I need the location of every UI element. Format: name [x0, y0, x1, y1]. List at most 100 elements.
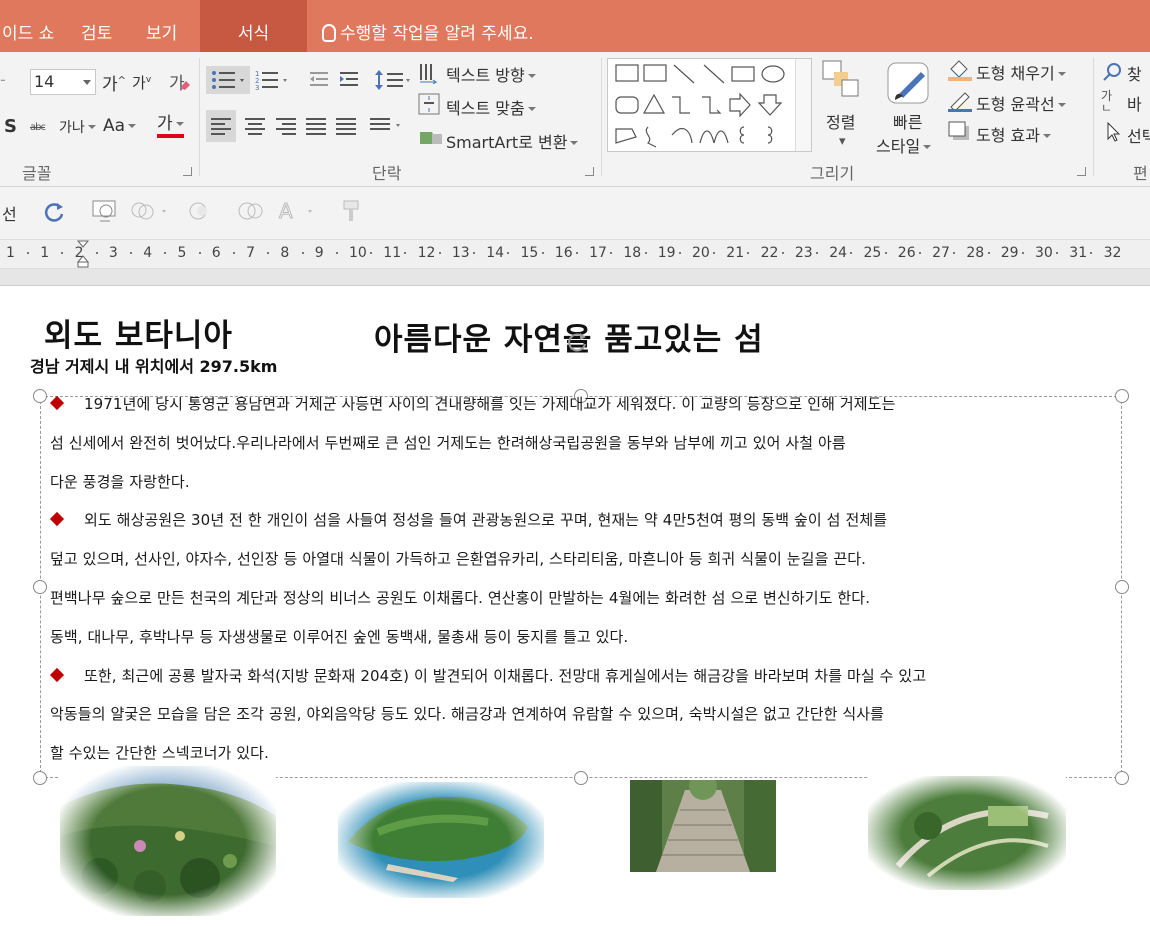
strikethrough-button[interactable]: abc: [30, 122, 46, 133]
body-text-line[interactable]: 편백나무 숲으로 만든 천국의 계단과 정상의 비너스 공원도 이채롭다. 연산…: [50, 587, 870, 608]
ruler-dot: [404, 252, 407, 254]
shape-outline-button[interactable]: 도형 윤곽선: [976, 91, 1066, 115]
shrink-font-button[interactable]: 가v: [132, 72, 151, 93]
text-direction-icon[interactable]: [418, 62, 440, 84]
ruler-number: 11: [383, 245, 402, 261]
ruler-number: 28: [966, 245, 985, 261]
body-text-line[interactable]: 악동들의 얄궂은 모습을 담은 조각 공원, 야외음악당 등도 있다. 해금강과…: [50, 703, 884, 724]
arrange-icon[interactable]: [822, 60, 862, 104]
slide-title-left[interactable]: 외도 보타니아: [44, 310, 233, 355]
ruler-number: 8: [280, 245, 290, 261]
ruler-dot: [130, 252, 133, 254]
clear-format-button[interactable]: 가: [169, 69, 190, 94]
body-text-line[interactable]: 동백, 대나무, 후박나무 등 자생생물로 이루어진 숲엔 동백새, 물총새 등…: [50, 626, 628, 647]
resize-handle-s[interactable]: [574, 771, 588, 785]
replace-button[interactable]: 바: [1127, 91, 1142, 115]
select-cursor-icon[interactable]: [1106, 122, 1122, 142]
shape-merge-icon[interactable]: [130, 200, 170, 222]
ruler-dot: [438, 252, 441, 254]
body-text-line[interactable]: 섬 신세에서 완전히 벗어났다.우리나라에서 두번째로 큰 섬인 거제도는 한려…: [50, 432, 846, 453]
font-size-combo[interactable]: 14: [30, 69, 96, 95]
body-text-line[interactable]: 또한, 최근에 공룡 발자국 화석(지방 문화재 204호) 이 발견되어 이채…: [49, 665, 927, 686]
indent-icon[interactable]: [306, 68, 362, 92]
shape-union-icon[interactable]: [237, 200, 267, 222]
indent-marker-icon[interactable]: [76, 240, 92, 268]
arrange-button[interactable]: 정렬: [826, 109, 855, 133]
quick-styles-button[interactable]: 스타일: [876, 133, 931, 157]
resize-handle-sw[interactable]: [33, 771, 47, 785]
resize-handle-se[interactable]: [1115, 771, 1129, 785]
lightbulb-icon: [322, 24, 336, 42]
slideshow-from-start-icon[interactable]: [92, 199, 118, 223]
ruler-number: 7: [246, 245, 256, 261]
smartart-icon[interactable]: [418, 128, 444, 148]
paragraph-dialog-launcher-icon[interactable]: [585, 167, 594, 176]
wordart-icon[interactable]: A: [278, 199, 320, 223]
font-color-button[interactable]: 가: [157, 114, 184, 138]
tab-view[interactable]: 보기: [146, 0, 177, 52]
tell-me-label: 수행할 작업을 알려 주세요.: [340, 24, 534, 44]
paint-bucket-icon[interactable]: [947, 57, 973, 81]
ruler-number: 9: [314, 245, 324, 261]
body-text-line[interactable]: 할 수있는 간단한 스넥코너가 있다.: [50, 742, 269, 763]
paragraph-alignment-icons[interactable]: [206, 110, 406, 142]
diamond-bullet-icon: [49, 395, 65, 411]
numbering-icon[interactable]: 1 2 3: [254, 68, 294, 92]
line-spacing-icon[interactable]: [374, 67, 414, 93]
horizontal-ruler[interactable]: 1 1 2 3 4 5 6 7 8 9 10 11 12 13 14 15 16 17 18 19 20 21 22 23 24…: [0, 239, 1150, 269]
body-text: 또한, 최근에 공룡 발자국 화석(지방 문화재 204호) 이 발견되어 이채…: [84, 666, 927, 685]
resize-handle-nw[interactable]: [33, 389, 47, 403]
drawing-dialog-launcher-icon[interactable]: [1077, 167, 1086, 176]
body-text-line[interactable]: 외도 해상공원은 30년 전 한 개인이 섬을 사들여 정성을 들여 관광농원으…: [49, 509, 887, 530]
align-text-button[interactable]: 텍스트 맞춤: [446, 95, 536, 119]
photo-island-aerial[interactable]: [338, 782, 544, 898]
slide-canvas[interactable]: 외도 보타니아 아름다운 자연을 품고있는 섬 경남 거제시 내 위치에서 29…: [0, 285, 1150, 926]
shapes-gallery-icons[interactable]: [608, 59, 796, 151]
align-text-icon[interactable]: [418, 93, 440, 115]
resize-handle-ne[interactable]: [1115, 389, 1129, 403]
body-text: 덮고 있으며, 선사인, 야자수, 선인장 등 아열대 식물이 가득하고 은환엽…: [50, 550, 867, 569]
photo-stair-path[interactable]: [630, 780, 776, 872]
char-spacing-button[interactable]: 가나: [59, 117, 96, 137]
body-text: 동백, 대나무, 후박나무 등 자생생물로 이루어진 숲엔 동백새, 물총새 등…: [50, 627, 629, 646]
tab-slideshow[interactable]: 이드 쇼: [0, 0, 56, 52]
redo-icon[interactable]: [44, 200, 66, 222]
tab-review[interactable]: 검토: [81, 0, 112, 52]
bullets-icon[interactable]: [206, 66, 250, 94]
photo-garden-hill[interactable]: [60, 766, 276, 916]
quick-styles-label-1[interactable]: 빠른: [893, 109, 922, 133]
resize-handle-e[interactable]: [1115, 580, 1129, 594]
ruler-number: 1: [6, 245, 15, 261]
gallery-scroll[interactable]: [795, 59, 811, 151]
text-direction-button[interactable]: 텍스트 방향: [446, 62, 536, 86]
change-case-button[interactable]: Aa: [103, 116, 136, 136]
font-dialog-launcher-icon[interactable]: [183, 167, 192, 176]
slide-subtitle[interactable]: 경남 거제시 내 위치에서 297.5km: [30, 353, 277, 377]
select-button[interactable]: 선택: [1127, 123, 1150, 147]
ruler-dot: [850, 252, 853, 254]
convert-smartart-button[interactable]: SmartArt로 변환: [446, 129, 578, 153]
font-name-combo-edge[interactable]: -: [0, 70, 6, 89]
shape-intersect-icon[interactable]: [188, 200, 214, 222]
shape-outline-icon[interactable]: [947, 89, 973, 113]
tab-format[interactable]: 서식: [200, 0, 307, 52]
shape-fill-button[interactable]: 도형 채우기: [976, 60, 1066, 84]
rotate-handle-icon[interactable]: [566, 331, 588, 353]
quick-styles-icon[interactable]: [885, 60, 933, 108]
shape-effects-button[interactable]: 도형 효과: [976, 122, 1051, 146]
body-text-line[interactable]: 1971년에 당시 통영군 용남면과 거제군 사등면 사이의 견내량해를 잇는 …: [49, 393, 895, 414]
photo-garden-aerial[interactable]: [868, 776, 1066, 890]
tell-me-search[interactable]: 수행할 작업을 알려 주세요.: [322, 0, 534, 52]
resize-handle-w[interactable]: [33, 580, 47, 594]
replace-icon[interactable]: 가ㄴ: [1101, 90, 1112, 114]
format-painter-icon[interactable]: [340, 199, 362, 223]
grow-font-button[interactable]: 가^: [102, 70, 126, 95]
shape-effects-icon[interactable]: [947, 120, 973, 142]
find-button[interactable]: 찾: [1127, 61, 1142, 85]
shapes-gallery[interactable]: [607, 58, 812, 152]
body-text-line[interactable]: 다운 풍경을 자랑한다.: [50, 471, 190, 492]
find-icon[interactable]: [1103, 62, 1123, 82]
body-text-line[interactable]: 덮고 있으며, 선사인, 야자수, 선인장 등 아열대 식물이 가득하고 은환엽…: [50, 548, 866, 569]
shadow-button[interactable]: S: [4, 116, 17, 137]
group-separator: [1093, 58, 1094, 176]
